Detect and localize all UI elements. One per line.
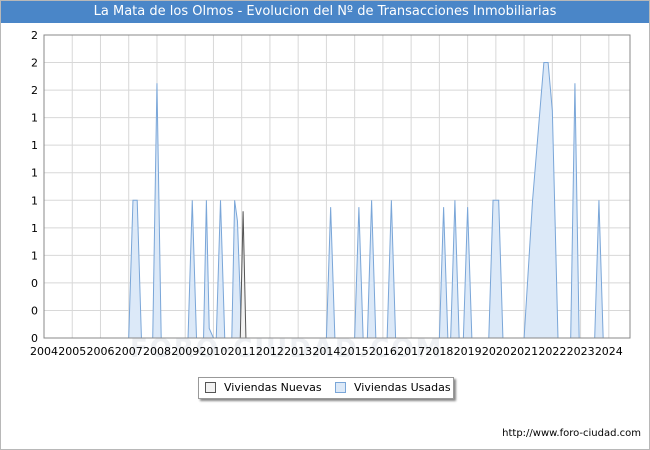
x-tick-label: 2008 [143, 345, 171, 358]
x-tick-labels: 2004 2005 2006 2007 2008 2009 2010 2011 2012 2013… [30, 345, 623, 358]
x-tick-label: 2015 [341, 345, 369, 358]
credit-link[interactable]: http://www.foro-ciudad.com [502, 428, 641, 439]
legend: Viviendas Nuevas Viviendas Usadas [198, 377, 454, 399]
y-tick-label: 0 [31, 332, 38, 345]
x-tick-label: 2013 [284, 345, 312, 358]
y-tick-label: 0 [31, 277, 38, 290]
legend-item-nuevas: Viviendas Nuevas [205, 381, 322, 394]
x-tick-label: 2017 [397, 345, 425, 358]
x-tick-label: 2024 [595, 345, 623, 358]
y-tick-label: 1 [31, 139, 38, 152]
legend-label-usadas: Viviendas Usadas [354, 381, 451, 394]
y-tick-label: 1 [31, 249, 38, 262]
x-tick-label: 2004 [30, 345, 58, 358]
y-tick-label: 1 [31, 112, 38, 125]
legend-swatch-nuevas [205, 382, 216, 393]
x-tick-label: 2009 [171, 345, 199, 358]
y-tick-labels: 0 0 0 1 1 1 1 1 1 2 2 2 [31, 29, 38, 345]
y-tick-label: 2 [31, 29, 38, 42]
x-tick-label: 2011 [228, 345, 256, 358]
x-tick-label: 2014 [312, 345, 340, 358]
legend-swatch-usadas [335, 382, 346, 393]
x-tick-label: 2012 [256, 345, 284, 358]
x-tick-label: 2006 [86, 345, 114, 358]
x-tick-label: 2023 [567, 345, 595, 358]
x-tick-label: 2018 [425, 345, 453, 358]
x-tick-label: 2010 [199, 345, 227, 358]
y-tick-label: 1 [31, 167, 38, 180]
y-tick-label: 1 [31, 194, 38, 207]
x-tick-label: 2007 [115, 345, 143, 358]
y-tick-label: 2 [31, 57, 38, 70]
x-tick-label: 2022 [538, 345, 566, 358]
x-tick-label: 2016 [369, 345, 397, 358]
x-tick-label: 2020 [482, 345, 510, 358]
legend-item-usadas: Viviendas Usadas [335, 381, 451, 394]
y-tick-label: 2 [31, 84, 38, 97]
y-tick-label: 1 [31, 222, 38, 235]
x-tick-label: 2005 [58, 345, 86, 358]
legend-label-nuevas: Viviendas Nuevas [224, 381, 322, 394]
x-tick-label: 2019 [454, 345, 482, 358]
area-nuevas [239, 211, 247, 339]
y-tick-label: 0 [31, 304, 38, 317]
x-tick-label: 2021 [510, 345, 538, 358]
